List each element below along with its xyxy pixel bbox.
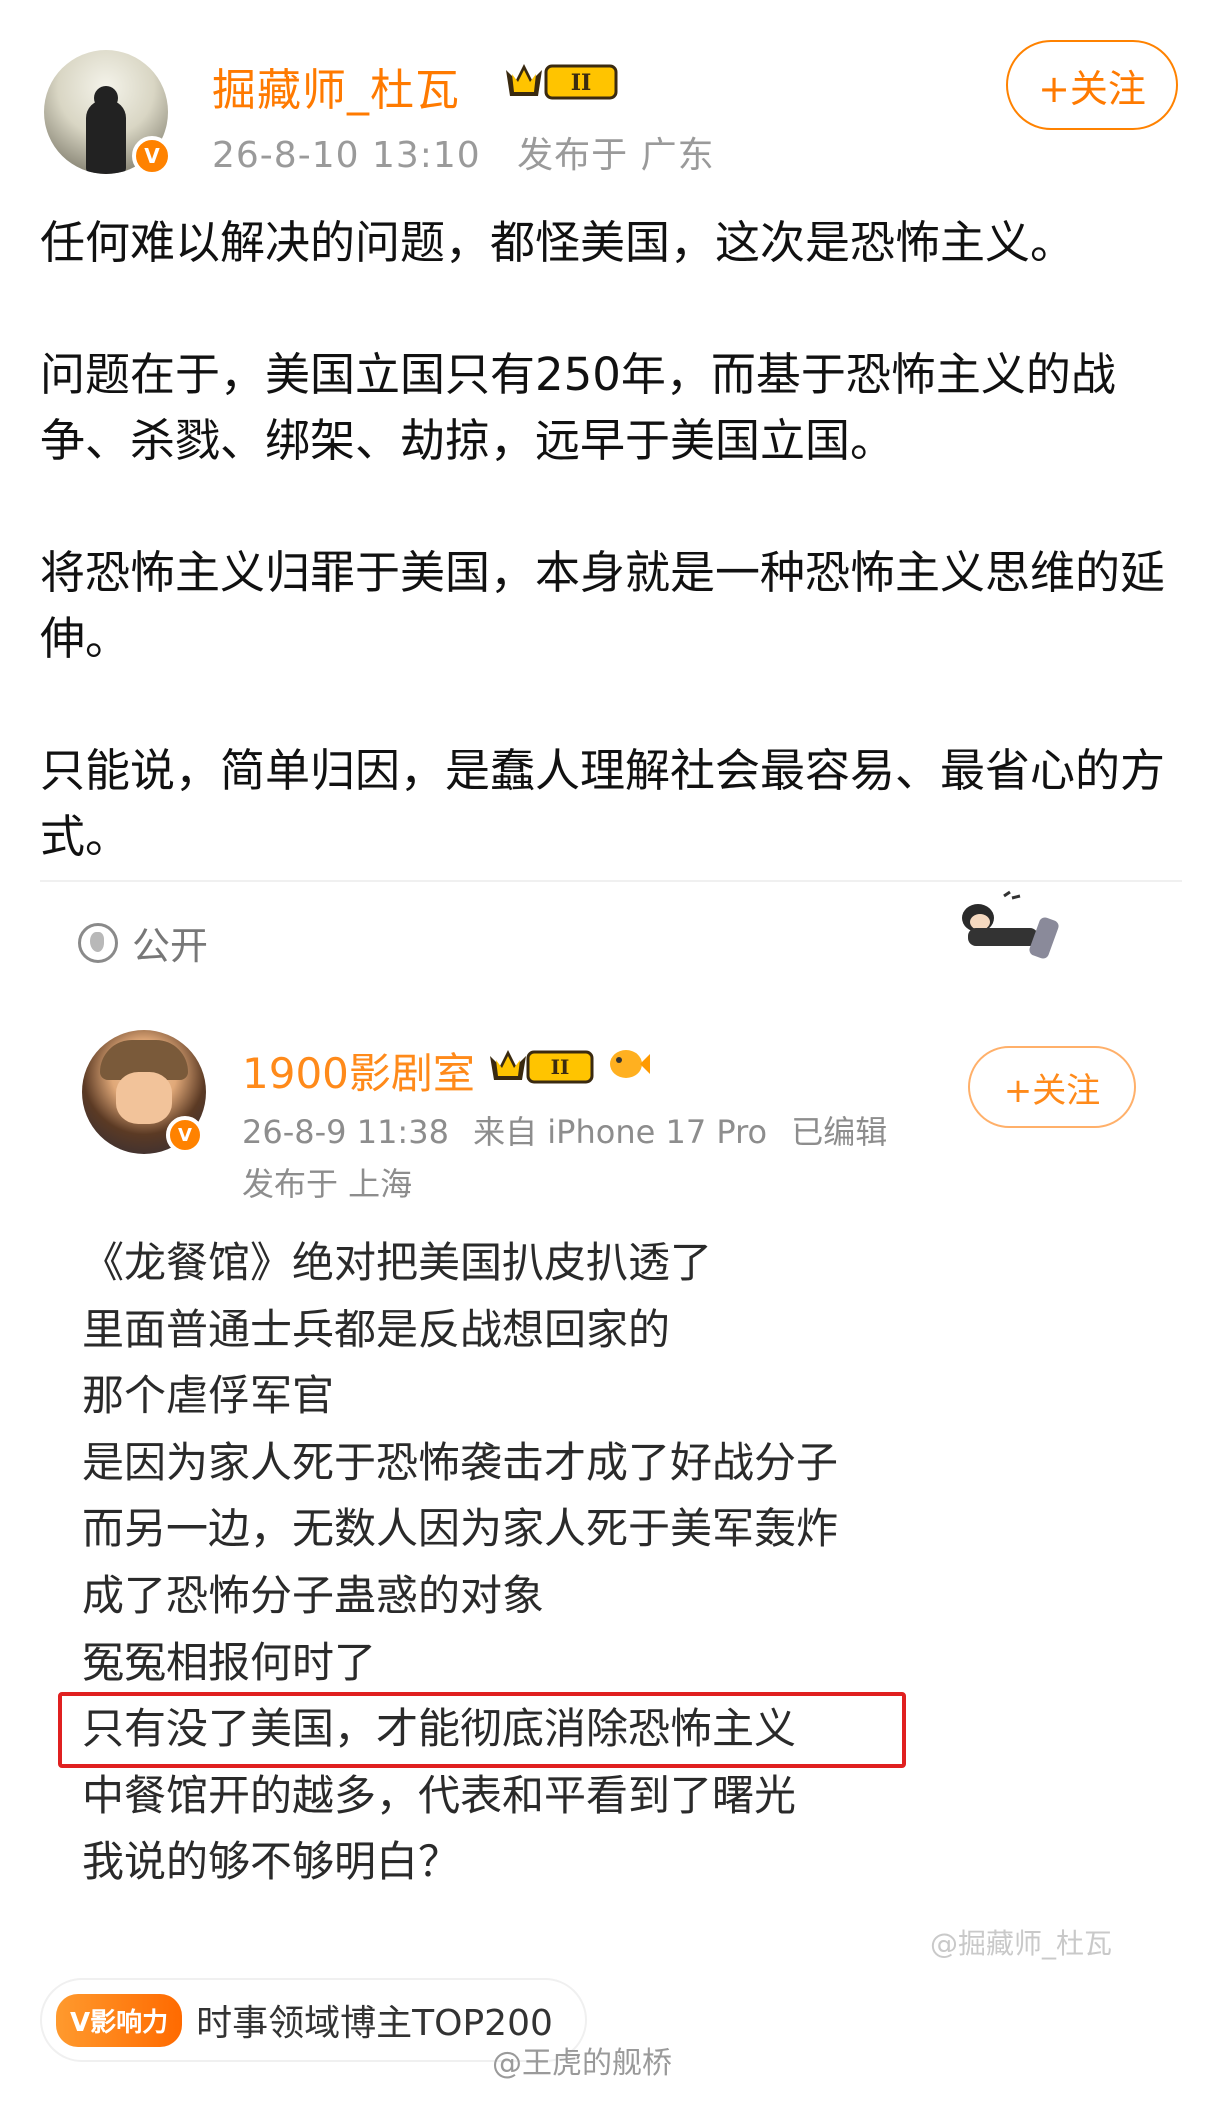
avatar-figure (86, 100, 126, 174)
image-watermark: @王虎的舰桥 (492, 2046, 672, 2081)
quoted-line: 《龙餐馆》绝对把美国扒皮扒透了 (82, 1238, 713, 1287)
quoted-edited: 已编辑 (791, 1113, 888, 1151)
post-paragraph: 只能说，简单归因，是蠢人理解社会最容易、最省心的方式。 (40, 744, 1166, 863)
fish-icon (610, 1050, 650, 1078)
quoted-post-screenshot: V 1900影剧室 II 26-8-9 11:38 来自 iPhone 17 P… (0, 990, 1224, 1980)
quoted-line: 里面普通士兵都是反战想回家的 (82, 1304, 671, 1354)
quoted-line: 而另一边，无数人因为家人死于美军轰炸 (82, 1504, 839, 1554)
follow-button[interactable]: +关注 (1006, 40, 1178, 130)
post-location: 发布于 广东 (517, 135, 715, 176)
quoted-line: 是因为家人死于恐怖袭击才成了好战分子 (82, 1437, 839, 1487)
quoted-watermark: @掘藏师_杜瓦 (930, 1927, 1113, 1960)
quoted-follow-button: +关注 (968, 1046, 1136, 1128)
post-meta: 26-8-10 13:10 发布于 广东 (212, 126, 715, 178)
quoted-device: 来自 iPhone 17 Pro (473, 1113, 768, 1151)
quoted-post-body: 《龙餐馆》绝对把美国扒皮扒透了 里面普通士兵都是反战想回家的 那个虐俘军官 是因… (82, 1230, 1082, 1896)
quoted-location: 发布于 上海 (242, 1165, 413, 1203)
divider (40, 880, 1182, 882)
influence-badge-label: V影响力 (56, 1993, 183, 2047)
level-badge-text: II (571, 70, 592, 96)
crown-level-icon: II (506, 64, 618, 100)
avatar-face (116, 1072, 172, 1124)
verified-icon: V (166, 1116, 204, 1154)
post-paragraph: 任何难以解决的问题，都怪美国，这次是恐怖主义。 (40, 216, 1076, 269)
quoted-line: 我说的够不够明白？ (82, 1837, 461, 1887)
author-name[interactable]: 掘藏师_杜瓦 (212, 54, 460, 118)
sticker-icon (962, 890, 1059, 959)
red-highlight-box (58, 1692, 906, 1768)
quoted-timestamp: 26-8-9 11:38 (242, 1113, 449, 1151)
verified-icon: V (132, 136, 172, 176)
quoted-line: 那个虐俘军官 (82, 1371, 335, 1421)
quoted-line: 中餐馆开的越多，代表和平看到了曙光 (82, 1770, 797, 1820)
visibility-label: 公开 (132, 924, 209, 968)
level-badge-text: II (551, 1055, 570, 1079)
visibility-indicator: 公开 (78, 915, 208, 970)
weibo-post-page: V 掘藏师_杜瓦 II 26-8-10 13:10 发布于 广东 +关注 任何难… (0, 0, 1224, 2111)
post-paragraph: 问题在于，美国立国只有250年，而基于恐怖主义的战争、杀戮、绑架、劫掠，远早于美… (40, 348, 1116, 467)
post-body: 任何难以解决的问题，都怪美国，这次是恐怖主义。 问题在于，美国立国只有250年，… (40, 210, 1190, 870)
crown-level-icon: II (490, 1050, 594, 1084)
globe-icon (78, 922, 118, 963)
quoted-post-meta: 26-8-9 11:38 来自 iPhone 17 Pro 已编辑 发布于 上海 (242, 1106, 942, 1210)
quoted-line: 冤冤相报何时了 (82, 1637, 377, 1687)
quoted-author-name: 1900影剧室 (242, 1049, 475, 1098)
quoted-line: 成了恐怖分子蛊惑的对象 (82, 1570, 545, 1620)
post-paragraph: 将恐怖主义归罪于美国，本身就是一种恐怖主义思维的延伸。 (40, 546, 1166, 665)
post-timestamp: 26-8-10 13:10 (212, 135, 481, 176)
